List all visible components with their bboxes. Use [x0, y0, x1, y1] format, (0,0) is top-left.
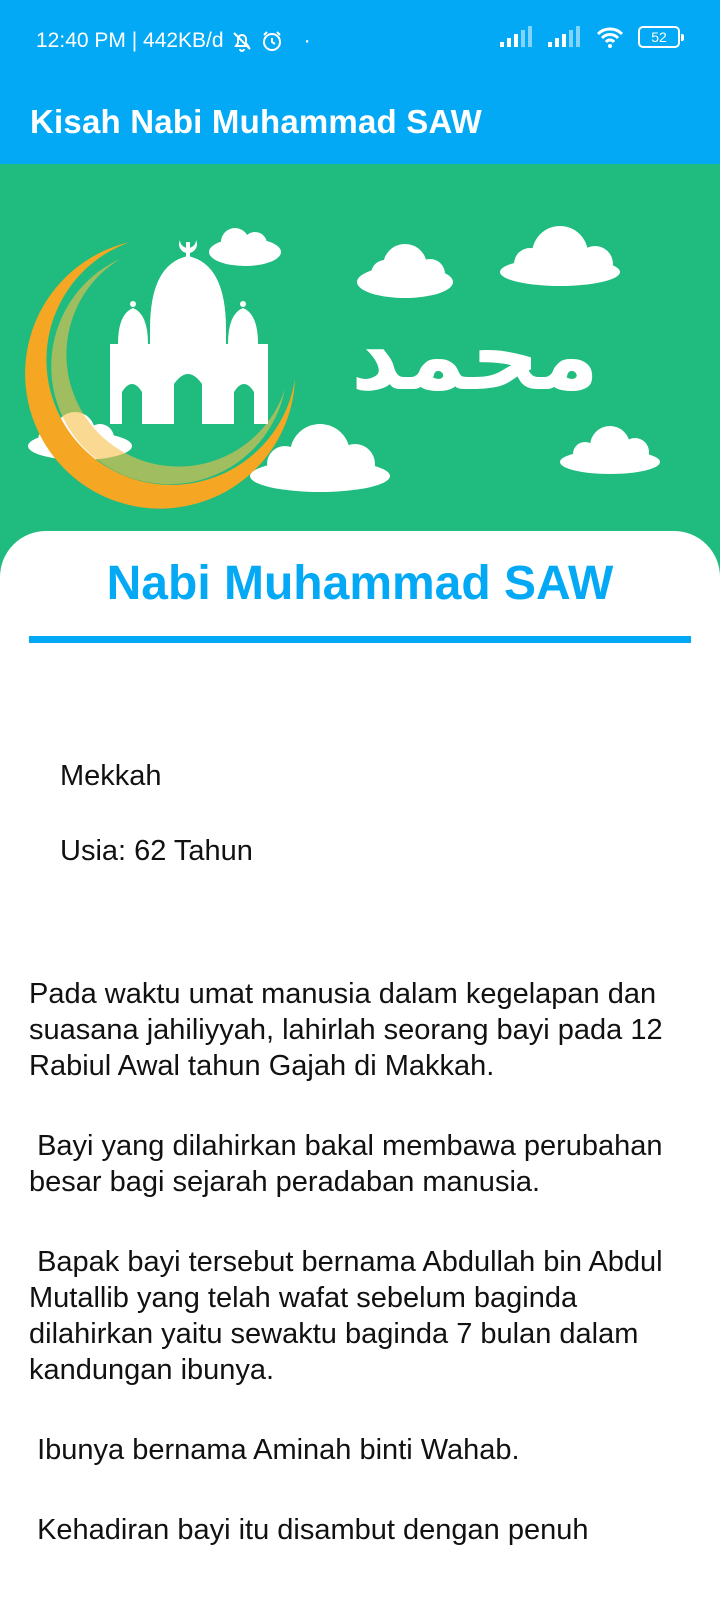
app-bar: Kisah Nabi Muhammad SAW [0, 82, 720, 164]
app-title: Kisah Nabi Muhammad SAW [30, 103, 483, 140]
story-text: Pada waktu umat manusia dalam kegelapan … [29, 976, 699, 1592]
birthplace-text: Mekkah [60, 760, 162, 792]
status-dot: · [303, 29, 311, 52]
signal-icon [500, 26, 532, 47]
banner-illustration: محمد [25, 226, 660, 509]
story-paragraph: Kehadiran bayi itu disambut dengan penuh [29, 1514, 589, 1546]
title-divider [29, 636, 691, 643]
cloud-icon [357, 244, 453, 298]
signal-icon [548, 26, 580, 47]
story-paragraph: Ibunya bernama Aminah binti Wahab. [29, 1434, 520, 1466]
arabic-calligraphy: محمد [351, 300, 599, 412]
alarm-icon [262, 31, 281, 51]
cloud-icon [560, 426, 660, 474]
status-time: 12:40 PM | 442KB/d [36, 29, 224, 52]
story-paragraph: Bapak bayi tersebut bernama Abdullah bin… [29, 1246, 671, 1386]
cloud-icon [250, 424, 390, 492]
wifi-icon [596, 27, 624, 48]
status-bar: 12:40 PM | 442KB/d · 52 [0, 0, 720, 82]
battery-icon: 52 [638, 26, 684, 48]
page-title: Nabi Muhammad SAW [106, 557, 614, 610]
age-text: Usia: 62 Tahun [60, 835, 253, 867]
status-right: 52 [500, 26, 684, 48]
content-card: Nabi Muhammad SAW Mekkah Usia: 62 Tahun … [0, 531, 720, 1600]
bell-off-icon [232, 32, 251, 52]
status-left: 12:40 PM | 442KB/d · [36, 26, 311, 56]
battery-level: 52 [651, 29, 667, 45]
cloud-icon [209, 228, 281, 266]
story-paragraph: Bayi yang dilahirkan bakal membawa perub… [29, 1130, 671, 1198]
story-paragraph: Pada waktu umat manusia dalam kegelapan … [29, 978, 671, 1082]
banner-image: محمد [0, 164, 720, 584]
cloud-icon [500, 226, 620, 286]
